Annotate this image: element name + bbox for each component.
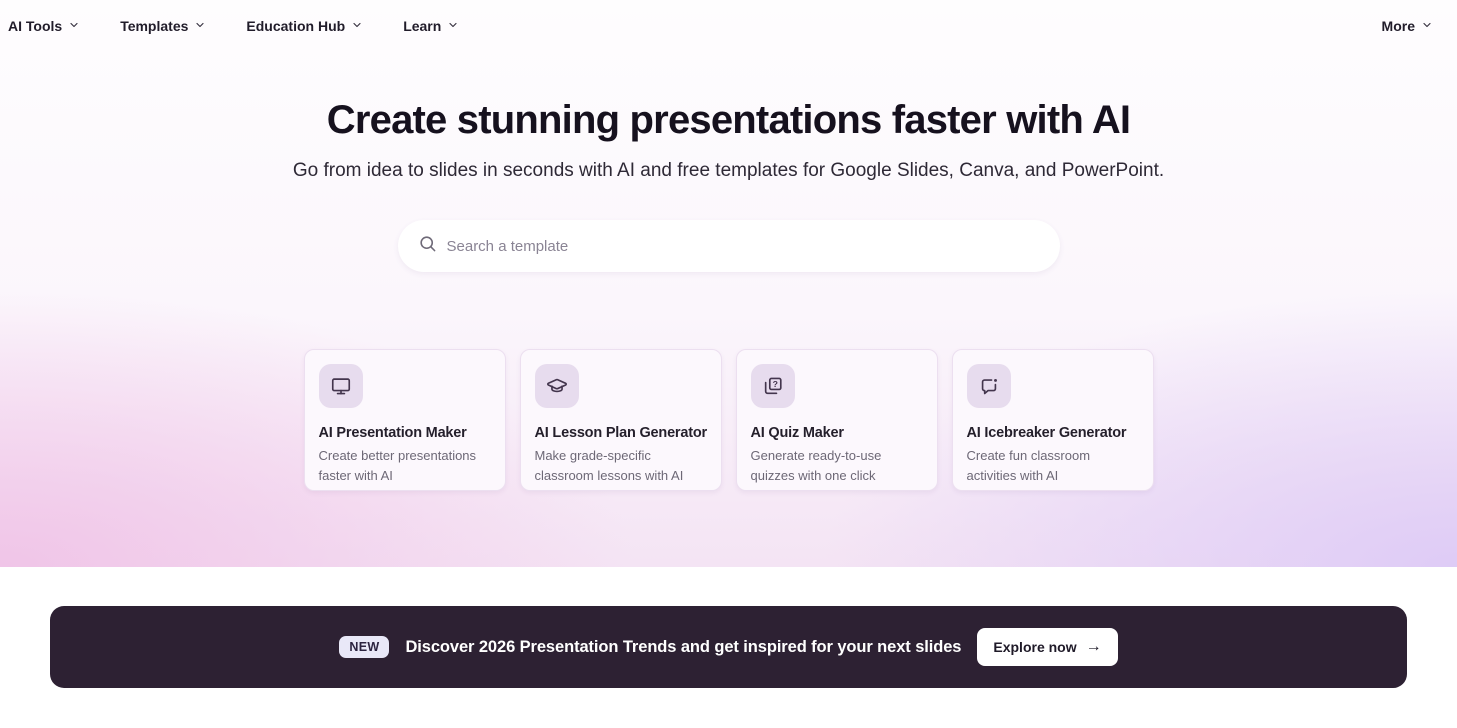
- nav-left-group: AI Tools Templates Education Hub Learn: [8, 18, 459, 34]
- quiz-copy-icon: ?: [750, 364, 795, 408]
- hero-section: AI Tools Templates Education Hub Learn M…: [0, 0, 1457, 567]
- page-title: Create stunning presentations faster wit…: [326, 98, 1131, 142]
- chevron-down-icon: [351, 18, 363, 34]
- arrow-right-icon: →: [1085, 637, 1102, 655]
- card-description: Create better presentations faster with …: [318, 448, 477, 483]
- explore-now-label: Explore now: [993, 639, 1077, 655]
- card-title: AI Presentation Maker: [318, 425, 467, 441]
- page-subtitle: Go from idea to slides in seconds with A…: [292, 160, 1165, 181]
- nav-item-ai-tools[interactable]: AI Tools: [8, 18, 80, 34]
- nav-item-label: AI Tools: [8, 18, 63, 34]
- card-title: AI Lesson Plan Generator: [534, 425, 708, 441]
- chevron-down-icon: [447, 18, 459, 34]
- lower-section: NEW Discover 2026 Presentation Trends an…: [0, 606, 1457, 728]
- nav-item-templates[interactable]: Templates: [120, 18, 206, 34]
- monitor-icon: [318, 364, 363, 408]
- template-search-bar[interactable]: [397, 220, 1060, 272]
- nav-item-label: Education Hub: [246, 18, 346, 34]
- graduation-cap-icon: [534, 364, 579, 408]
- explore-now-button[interactable]: Explore now →: [977, 628, 1118, 666]
- promo-banner: NEW Discover 2026 Presentation Trends an…: [50, 606, 1407, 688]
- card-description: Generate ready-to-use quizzes with one c…: [750, 448, 882, 483]
- nav-item-label: More: [1381, 18, 1415, 34]
- nav-item-label: Templates: [120, 18, 189, 34]
- chat-bubble-dot-icon: [966, 364, 1011, 408]
- nav-item-learn[interactable]: Learn: [403, 18, 459, 34]
- nav-item-education-hub[interactable]: Education Hub: [246, 18, 363, 34]
- new-badge: NEW: [339, 636, 390, 658]
- chevron-down-icon: [194, 18, 206, 34]
- card-ai-lesson-plan-generator[interactable]: AI Lesson Plan Generator Make grade-spec…: [519, 349, 722, 491]
- card-description: Make grade-specific classroom lessons wi…: [534, 448, 684, 483]
- nav-item-label: Learn: [403, 18, 442, 34]
- nav-item-more[interactable]: More: [1382, 18, 1433, 34]
- chevron-down-icon: [68, 18, 80, 34]
- card-title: AI Icebreaker Generator: [966, 425, 1127, 441]
- card-ai-presentation-maker[interactable]: AI Presentation Maker Create better pres…: [303, 349, 506, 491]
- card-title: AI Quiz Maker: [750, 425, 844, 441]
- banner-text: Discover 2026 Presentation Trends and ge…: [405, 637, 962, 656]
- chevron-down-icon: [1421, 18, 1433, 34]
- top-nav: AI Tools Templates Education Hub Learn M…: [0, 0, 1457, 52]
- search-input[interactable]: [446, 237, 1040, 255]
- tool-cards-row: AI Presentation Maker Create better pres…: [0, 349, 1457, 491]
- svg-text:?: ?: [772, 379, 777, 389]
- card-ai-quiz-maker[interactable]: ? AI Quiz Maker Generate ready-to-use qu…: [735, 349, 938, 491]
- search-icon: [418, 234, 437, 258]
- card-description: Create fun classroom activities with AI: [966, 448, 1091, 483]
- card-ai-icebreaker-generator[interactable]: AI Icebreaker Generator Create fun class…: [951, 349, 1154, 491]
